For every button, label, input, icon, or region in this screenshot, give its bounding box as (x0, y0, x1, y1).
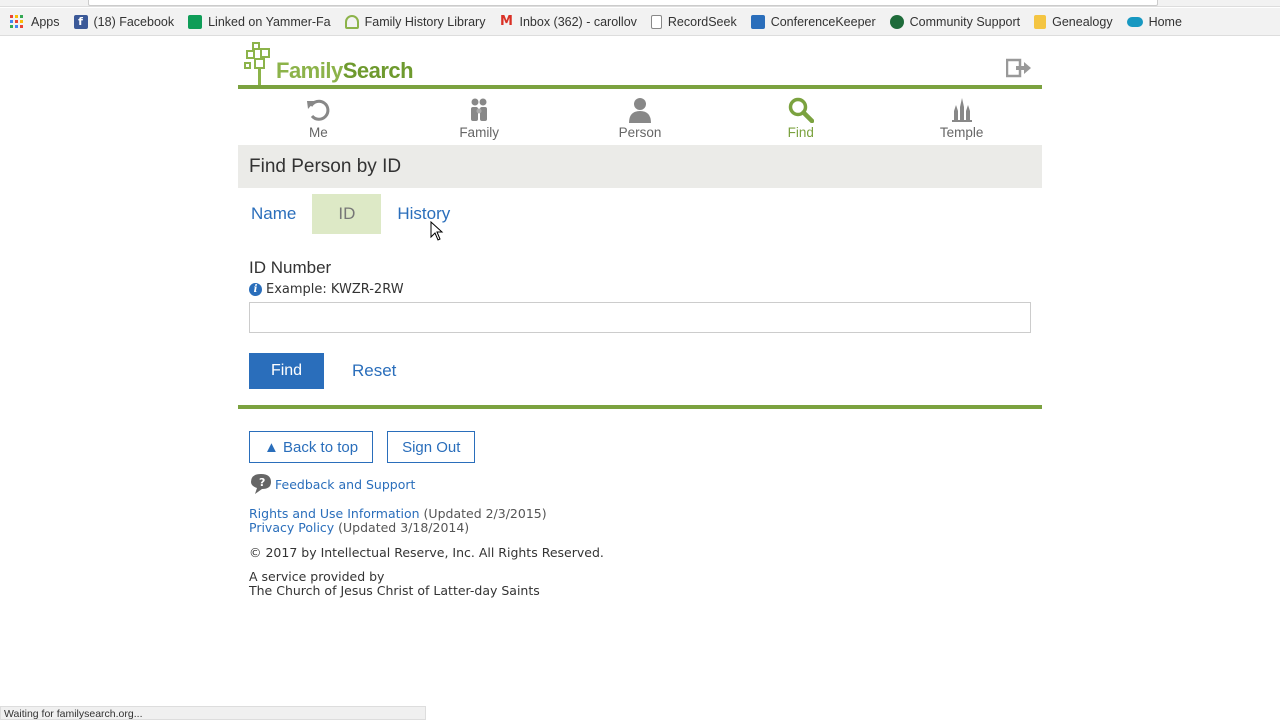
tab-id[interactable]: ID (312, 194, 382, 234)
service-provider: A service provided by The Church of Jesu… (249, 570, 1042, 598)
footer-buttons: ▲ Back to top Sign Out (249, 431, 1042, 463)
bookmark-yammer[interactable]: Linked on Yammer-Fa (188, 14, 331, 29)
bookmark-label: ConferenceKeeper (770, 14, 876, 29)
svg-text:?: ? (259, 476, 265, 489)
nav-temple[interactable]: Temple (881, 89, 1042, 145)
tab-name[interactable]: Name (249, 194, 298, 234)
site-header: FamilySearch (238, 36, 1042, 89)
bookmark-label: Home (1148, 14, 1182, 29)
bookmark-label: RecordSeek (667, 14, 737, 29)
bookmark-label: (18) Facebook (93, 14, 175, 29)
status-bar: Waiting for familysearch.org... (0, 706, 426, 720)
bookmark-family-history-library[interactable]: Family History Library (344, 14, 486, 29)
nav-find[interactable]: Find (720, 89, 881, 145)
magnifier-icon (788, 97, 814, 123)
leaf-icon (889, 14, 904, 29)
logo-text-family: Family (276, 58, 343, 83)
bookmark-label: Apps (31, 14, 60, 29)
id-hint: i Example: KWZR-2RW (249, 282, 1042, 297)
tree-icon (344, 14, 359, 29)
footer: ▲ Back to top Sign Out ? Feedback and Su… (249, 431, 1042, 598)
nav-person[interactable]: Person (560, 89, 721, 145)
legal-links: Rights and Use Information (Updated 2/3/… (249, 507, 1042, 535)
apps-grid-icon (10, 15, 23, 28)
bookmark-facebook[interactable]: f (18) Facebook (73, 14, 175, 29)
nav-label: Family (459, 125, 500, 140)
info-icon: i (249, 283, 262, 296)
bookmarks-bar: Apps f (18) Facebook Linked on Yammer-Fa… (0, 8, 1280, 36)
nav-label: Me (309, 125, 328, 140)
feedback-link[interactable]: Feedback and Support (275, 477, 415, 492)
feedback-bubble-icon: ? (251, 474, 271, 494)
bookmark-gmail[interactable]: M Inbox (362) - carollov (499, 13, 637, 29)
main-nav: Me Family Person Find Temple (238, 89, 1042, 145)
logo-text: FamilySearch (276, 58, 414, 84)
copyright: © 2017 by Intellectual Reserve, Inc. All… (249, 545, 604, 560)
page-title: Find Person by ID (238, 145, 1042, 188)
find-button[interactable]: Find (249, 353, 324, 389)
tree-logo-icon (244, 42, 278, 86)
gmail-icon: M (500, 13, 513, 29)
privacy-link[interactable]: Privacy Policy (249, 520, 334, 535)
cloud-icon (1126, 16, 1143, 27)
page-container: FamilySearch Me Family Person Find Templ… (238, 36, 1042, 598)
person-icon (628, 98, 651, 123)
sign-out-icon[interactable] (1006, 58, 1032, 78)
bookmark-apps[interactable]: Apps (10, 15, 60, 29)
bookmark-label: Inbox (362) - carollov (519, 14, 637, 29)
undo-arrow-icon (307, 99, 330, 121)
rights-updated: (Updated 2/3/2015) (419, 506, 547, 521)
nav-me[interactable]: Me (238, 89, 399, 145)
bookmark-label: Family History Library (364, 14, 486, 29)
id-number-input[interactable] (249, 302, 1031, 333)
folder-icon (1034, 14, 1047, 29)
bookmark-recordseek[interactable]: RecordSeek (650, 14, 737, 29)
facebook-icon: f (73, 14, 88, 29)
privacy-updated: (Updated 3/18/2014) (334, 520, 470, 535)
sign-out-button[interactable]: Sign Out (387, 431, 476, 463)
bookmark-community-support[interactable]: Community Support (889, 14, 1021, 29)
nav-label: Temple (939, 125, 984, 140)
bookmark-label: Genealogy (1052, 14, 1113, 29)
feedback-row: ? Feedback and Support (249, 473, 1042, 495)
familysearch-logo[interactable]: FamilySearch (244, 42, 414, 86)
service-line-2: The Church of Jesus Christ of Latter-day… (249, 583, 540, 598)
temple-icon (951, 98, 972, 122)
nav-family[interactable]: Family (399, 89, 560, 145)
calendar-icon (750, 14, 765, 29)
mouse-cursor-icon (430, 221, 444, 241)
logo-text-search: Search (342, 58, 414, 83)
back-to-top-button[interactable]: ▲ Back to top (249, 431, 374, 463)
form-actions: Find Reset (249, 353, 1042, 389)
sheets-icon (188, 14, 203, 29)
nav-label: Person (618, 125, 662, 140)
bookmark-home[interactable]: Home (1126, 14, 1182, 29)
bookmark-label: Linked on Yammer-Fa (208, 14, 331, 29)
service-line-1: A service provided by (249, 569, 385, 584)
bookmark-conferencekeeper[interactable]: ConferenceKeeper (750, 14, 876, 29)
section-divider (238, 405, 1042, 409)
id-number-label: ID Number (249, 258, 332, 277)
family-icon (471, 98, 488, 121)
id-hint-text: Example: KWZR-2RW (266, 282, 404, 297)
page-icon (650, 14, 662, 29)
bookmark-label: Community Support (909, 14, 1021, 29)
search-tabs: Name ID History (249, 194, 1042, 234)
rights-link[interactable]: Rights and Use Information (249, 506, 420, 521)
address-bar[interactable] (88, 0, 1158, 6)
reset-link[interactable]: Reset (352, 361, 396, 381)
bookmark-genealogy[interactable]: Genealogy (1034, 14, 1113, 29)
find-by-id-form: ID Number i Example: KWZR-2RW Find Reset (249, 258, 1042, 389)
nav-label: Find (787, 125, 814, 140)
browser-top-strip (0, 0, 1280, 7)
